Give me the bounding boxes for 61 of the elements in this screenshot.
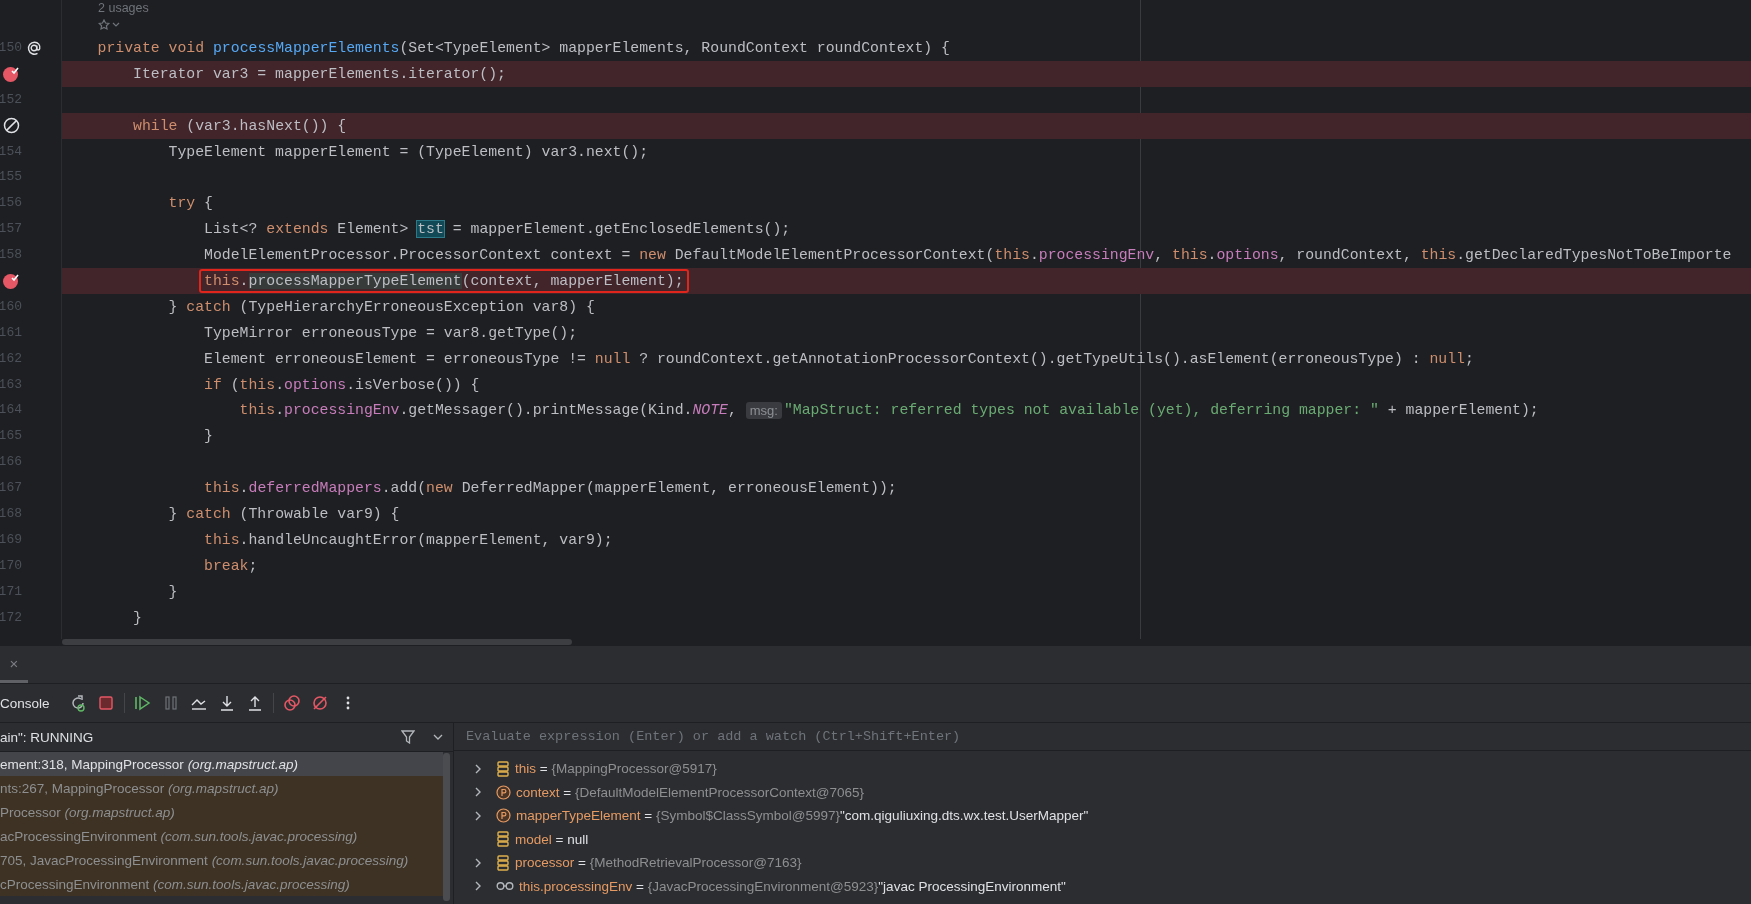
code-line: } catch (TypeHierarchyErroneousException var8) { xyxy=(167,297,596,317)
expand-icon[interactable] xyxy=(474,787,482,798)
stack-frame[interactable]: cProcessingEnvironment (com.sun.tools.javac.processing) xyxy=(0,872,443,896)
vertical-scrollbar[interactable] xyxy=(443,753,450,901)
variable-string: "javac ProcessingEnvironment" xyxy=(878,878,1066,894)
code-line: } xyxy=(132,608,143,628)
variable-string: "com.qiguliuxing.dts.wx.test.UserMapper" xyxy=(840,808,1089,824)
stack-frame[interactable]: nts:267, MappingProcessor (org.mapstruct.ap) xyxy=(0,776,443,800)
variable-name: processor xyxy=(515,855,575,871)
breakpoint-icon[interactable] xyxy=(2,64,20,83)
equals-sign: = xyxy=(635,878,645,894)
variable-value: {JavacProcessingEnvironment@5923} xyxy=(647,878,879,894)
expand-icon[interactable] xyxy=(474,881,482,892)
code-line: this.deferredMappers.add(new DeferredMapper(mapperElement, erroneousElement)); xyxy=(203,479,898,499)
code-line: List<? extends Element> tst = mapperElement.getEnclosedElements(); xyxy=(203,220,792,240)
chevron-down-icon[interactable] xyxy=(433,733,443,741)
expand-icon[interactable] xyxy=(474,857,482,868)
code-line: TypeElement mapperElement = (TypeElement) var3.next(); xyxy=(167,142,650,162)
breakpoints-icon[interactable] xyxy=(281,692,302,714)
code-line: } catch (Throwable var9) { xyxy=(167,504,401,524)
stack-frame[interactable]: acProcessingEnvironment (com.sun.tools.javac.processing) xyxy=(0,824,443,848)
variable-value: {MethodRetrievalProcessor@7163} xyxy=(589,855,802,871)
code-line: ModelElementProcessor.ProcessorContext context = new DefaultModelElementProcessorContext(this.processingEnv, this.options, roundContext, this.getDeclaredTypesNotToBeImporte xyxy=(203,246,1733,266)
code-line: this.processingEnv.getMessager().printMessage(Kind.NOTE, msg: "MapStruct: referred types not available (yet), deferring mapper: " + mapperElement); xyxy=(238,400,1540,421)
filter-icon[interactable] xyxy=(401,730,415,744)
code-line: if (this.options.isVerbose()) { xyxy=(203,375,481,395)
code-line: TypeMirror erroneousType = var8.getType(); xyxy=(203,323,579,343)
code-line: break; xyxy=(203,556,259,576)
close-glyph[interactable]: × xyxy=(9,654,19,672)
variable-name: context xyxy=(516,784,560,800)
code-line: try { xyxy=(167,194,214,214)
equals-sign: = xyxy=(643,808,654,824)
debug-tab[interactable]: × xyxy=(0,646,28,683)
at-sign-icon[interactable] xyxy=(26,39,42,56)
thread-selector[interactable]: ain": RUNNING xyxy=(0,729,383,745)
code-line: Element erroneousElement = erroneousType != null ? roundContext.getAnnotationProcessorContext().getTypeUtils().asElement(erroneousType) : null; xyxy=(203,349,1475,369)
equals-sign: = xyxy=(554,831,565,847)
console-tab[interactable]: Console xyxy=(0,695,50,711)
variable-name: this.processingEnv xyxy=(519,878,633,894)
equals-sign: = xyxy=(577,855,587,871)
expand-icon[interactable] xyxy=(474,810,482,821)
variable-value: {MappingProcessor@5917} xyxy=(551,761,717,777)
variable-value: {Symbol$ClassSymbol@5997} xyxy=(656,808,841,824)
stack-frame[interactable]: Processor (org.mapstruct.ap) xyxy=(0,800,443,824)
variable-value: {DefaultModelElementProcessorContext@7065} xyxy=(574,784,865,800)
equals-sign: = xyxy=(562,784,573,800)
expand-icon[interactable] xyxy=(474,763,482,774)
stack-frame[interactable]: ement:318, MappingProcessor (org.mapstruct.ap) xyxy=(0,752,443,776)
variable-name: model xyxy=(515,831,552,847)
variable-name: this xyxy=(515,761,536,777)
stack-frame[interactable]: 705, JavacProcessingEnvironment (com.sun.tools.javac.processing) xyxy=(0,848,443,872)
code-line: private void processMapperElements(Set<TypeElement> mapperElements, RoundContext roundContext) { xyxy=(96,38,951,58)
code-line: } xyxy=(167,582,179,602)
variable-name: mapperTypeElement xyxy=(516,808,641,824)
variable-string: null xyxy=(567,831,589,847)
code-line: } xyxy=(203,427,214,447)
usages-hint[interactable]: 2 usages xyxy=(98,2,149,15)
breakpoint-icon[interactable] xyxy=(2,271,20,290)
horizontal-scrollbar[interactable] xyxy=(62,639,572,645)
code-line: this.handleUncaughtError(mapperElement, var9); xyxy=(203,530,614,550)
equals-sign: = xyxy=(538,761,549,777)
